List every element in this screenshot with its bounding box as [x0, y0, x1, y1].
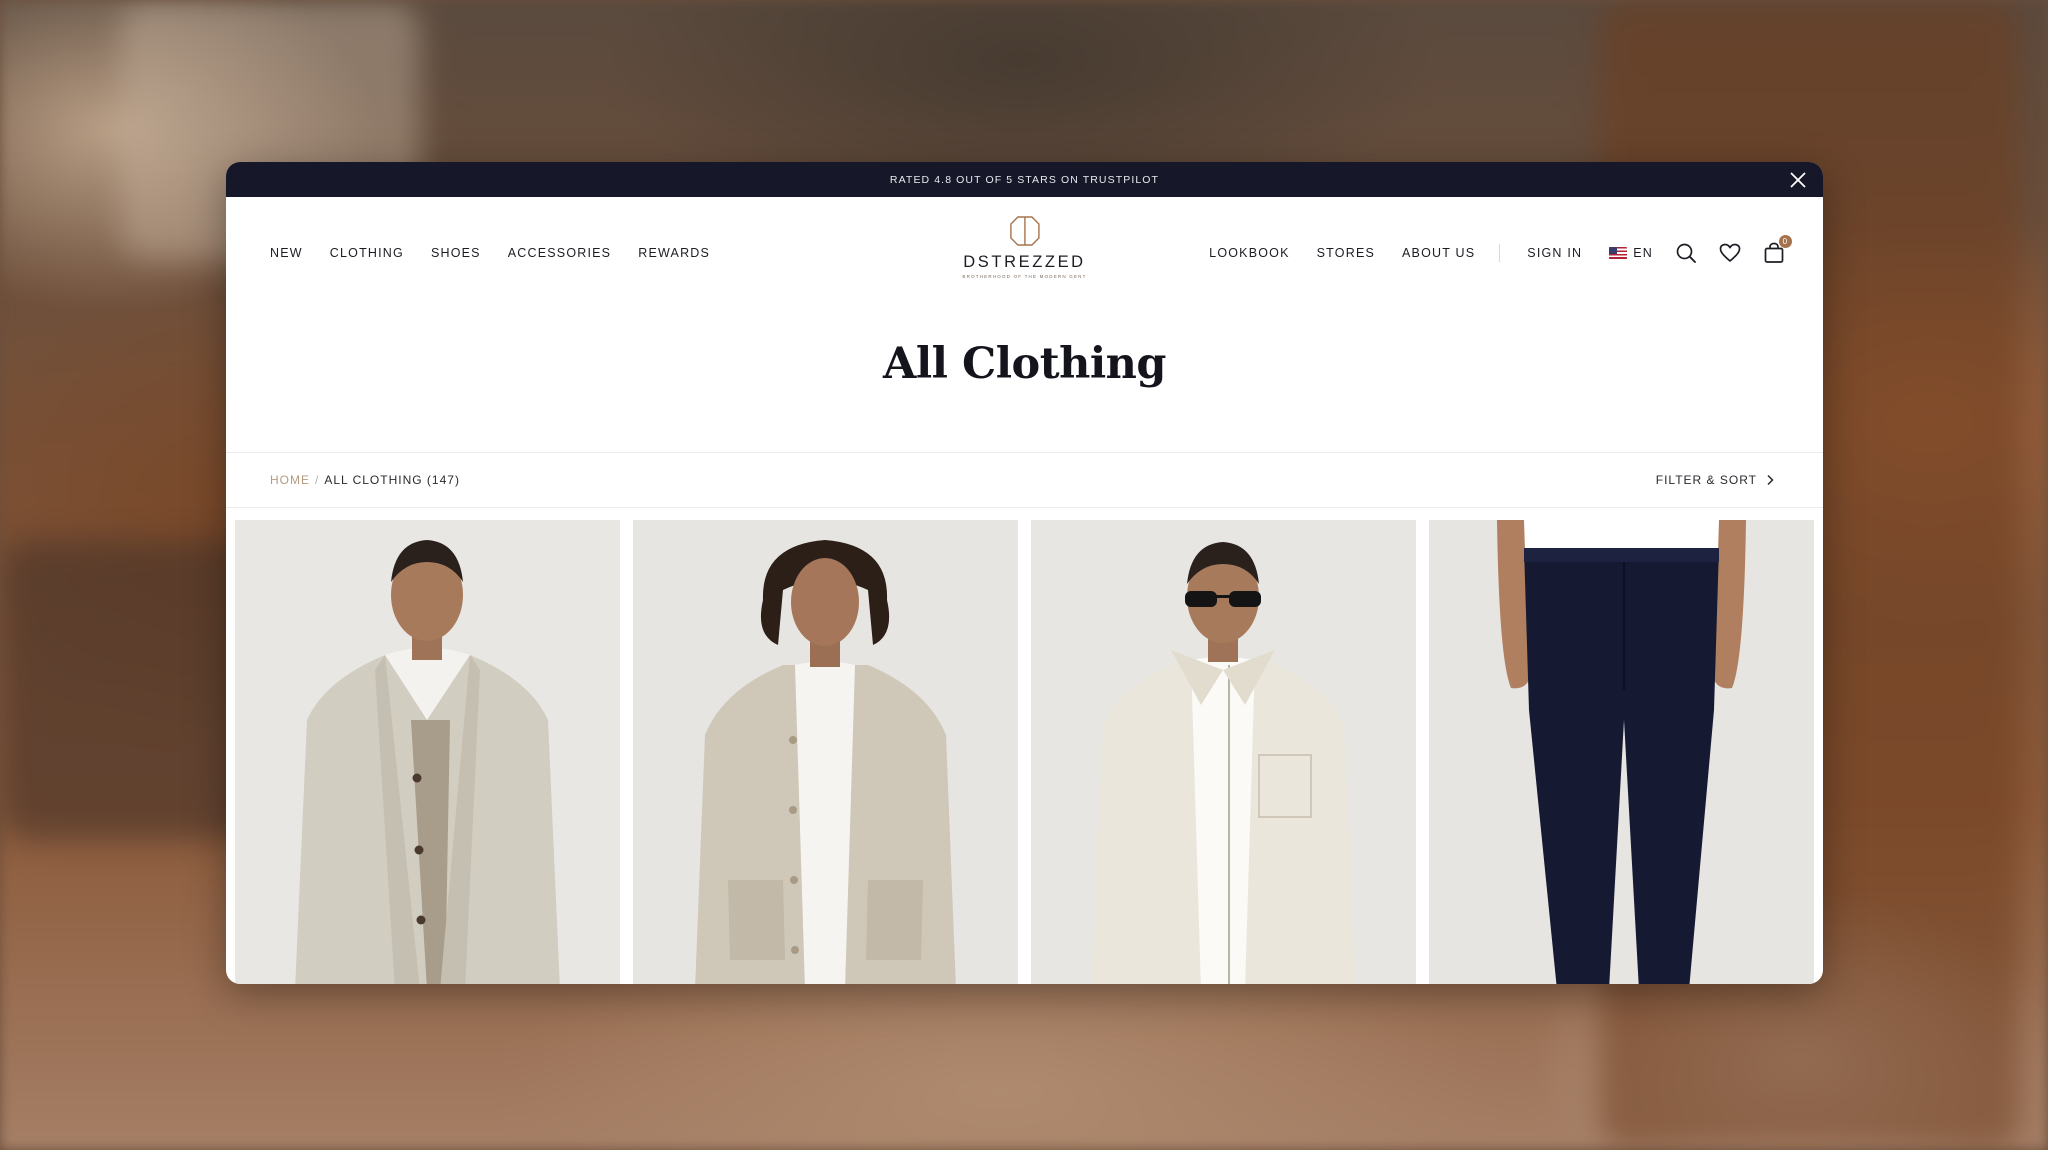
close-icon[interactable]	[1787, 169, 1809, 191]
page-title: All Clothing	[882, 339, 1167, 389]
chevron-right-icon	[1767, 474, 1774, 485]
site-header: NEW CLOTHING SHOES ACCESSORIES REWARDS D…	[226, 197, 1823, 309]
cart-count-badge: 0	[1779, 235, 1792, 248]
product-card[interactable]	[235, 520, 620, 984]
filter-sort-label: FILTER & SORT	[1655, 472, 1757, 487]
us-flag-icon	[1609, 247, 1628, 259]
brand-logo[interactable]: DSTREZZED BROTHERHOOD OF THE MODERN GENT	[962, 216, 1086, 279]
sign-in-link[interactable]: SIGN IN	[1527, 246, 1582, 260]
secondary-nav: LOOKBOOK STORES ABOUT US SIGN IN EN 0	[1182, 197, 1792, 309]
product-image	[633, 520, 1018, 984]
nav-item-stores[interactable]: STORES	[1317, 246, 1375, 260]
nav-item-about-us[interactable]: ABOUT US	[1402, 246, 1475, 260]
primary-nav: NEW CLOTHING SHOES ACCESSORIES REWARDS	[270, 197, 737, 309]
nav-item-lookbook[interactable]: LOOKBOOK	[1209, 246, 1289, 260]
nav-item-shoes[interactable]: SHOES	[431, 246, 481, 260]
nav-divider	[1499, 244, 1501, 262]
brand-tagline: BROTHERHOOD OF THE MODERN GENT	[962, 274, 1087, 279]
brand-name: DSTREZZED	[963, 253, 1086, 271]
browser-window: RATED 4.8 OUT OF 5 STARS ON TRUSTPILOT N…	[226, 162, 1823, 984]
announcement-bar: RATED 4.8 OUT OF 5 STARS ON TRUSTPILOT	[226, 162, 1823, 197]
product-image	[1031, 520, 1416, 984]
cart-button[interactable]: 0	[1763, 235, 1792, 264]
breadcrumb-separator: /	[315, 472, 320, 487]
search-icon	[1676, 243, 1696, 263]
product-grid	[235, 520, 1814, 984]
heart-icon	[1719, 243, 1741, 262]
filter-sort-button[interactable]: FILTER & SORT	[1656, 473, 1775, 487]
language-selector[interactable]: EN	[1609, 246, 1653, 260]
search-button[interactable]	[1675, 242, 1697, 264]
language-code: EN	[1633, 246, 1653, 260]
nav-item-clothing[interactable]: CLOTHING	[330, 246, 404, 260]
nav-item-new[interactable]: NEW	[270, 246, 303, 260]
product-card[interactable]	[633, 520, 1018, 984]
announcement-text: RATED 4.8 OUT OF 5 STARS ON TRUSTPILOT	[889, 173, 1160, 186]
breadcrumb-bar: HOME / ALL CLOTHING (147) FILTER & SORT	[226, 451, 1823, 508]
product-image	[235, 520, 620, 984]
product-card[interactable]	[1031, 520, 1416, 984]
logo-emblem-icon	[1009, 216, 1040, 246]
product-card[interactable]	[1429, 520, 1814, 984]
breadcrumb-home-link[interactable]: HOME	[270, 473, 310, 487]
nav-item-accessories[interactable]: ACCESSORIES	[508, 246, 612, 260]
product-image	[1429, 520, 1814, 984]
breadcrumb: HOME / ALL CLOTHING (147)	[270, 473, 460, 487]
wishlist-button[interactable]	[1719, 243, 1741, 263]
nav-item-rewards[interactable]: REWARDS	[638, 246, 710, 260]
breadcrumb-current: ALL CLOTHING (147)	[324, 472, 460, 487]
